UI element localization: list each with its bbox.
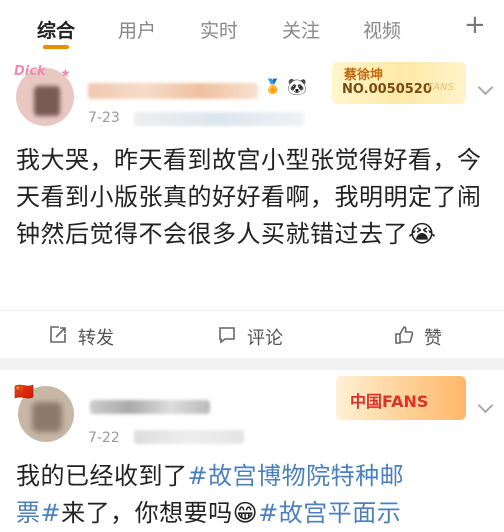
avatar-decoration-text: Dick: [14, 64, 46, 79]
tab-users[interactable]: 用户: [118, 16, 156, 43]
hashtag-link[interactable]: #故宫平面示: [258, 499, 401, 527]
post-card: Dick ★ 🏅 🐼 7-23 蔡徐坤 NO.0050520 FANS 我大哭，…: [0, 58, 504, 358]
username[interactable]: [90, 400, 210, 414]
active-tab-indicator: [43, 45, 69, 49]
medal-icon: 🏅: [264, 79, 282, 95]
chevron-down-icon[interactable]: [477, 397, 494, 414]
tab-video[interactable]: 视频: [363, 16, 401, 43]
fan-badge[interactable]: 中国FANS: [336, 376, 466, 420]
tab-following[interactable]: 关注: [282, 16, 320, 43]
star-icon: ★: [60, 66, 71, 80]
post-date: 7-22: [88, 430, 120, 446]
post-content: 我大哭，昨天看到故宫小型张觉得好看，今天看到小版张真的好好看啊，我明明定了闹钟然…: [16, 142, 490, 292]
post-date: 7-23: [88, 110, 120, 126]
repost-button[interactable]: 转发: [50, 324, 114, 350]
flag-icon: 🇨🇳: [14, 382, 34, 401]
tab-comprehensive[interactable]: 综合: [37, 16, 75, 43]
hashtag-link[interactable]: 票#: [16, 499, 61, 527]
crying-emoji: 😭: [408, 220, 437, 248]
action-bar: 转发 评论 赞: [0, 310, 504, 361]
thumbs-up-icon: [395, 326, 414, 344]
post-source: [134, 430, 244, 444]
separator: [0, 358, 504, 370]
badge-number: NO.0050520: [342, 82, 432, 97]
repost-icon: [50, 326, 66, 343]
comment-label: 评论: [247, 328, 283, 349]
post-text: 来了，你想要吗: [61, 499, 233, 527]
comment-button[interactable]: 评论: [219, 324, 283, 350]
badge-fans: FANS: [428, 82, 454, 93]
post-content: 我的已经收到了#故宫博物院特种邮 票#来了，你想要吗😁#故宫平面示: [16, 458, 490, 532]
grin-emoji: 😁: [232, 499, 259, 527]
panda-icon: 🐼: [287, 77, 307, 96]
username[interactable]: [88, 83, 258, 99]
post-text: 我的已经收到了: [16, 462, 188, 490]
search-tabs: 综合 用户 实时 关注 视频 +: [0, 0, 504, 58]
post-card: 🇨🇳 7-22 中国FANS 我的已经收到了#故宫博物院特种邮 票#来了，你想要…: [0, 370, 504, 528]
repost-label: 转发: [78, 328, 114, 349]
add-tab-button[interactable]: +: [464, 12, 486, 38]
badge-name: 蔡徐坤: [344, 68, 384, 83]
like-label: 赞: [424, 328, 442, 349]
badge-text: 中国FANS: [350, 392, 429, 411]
hashtag-link[interactable]: #故宫博物院特种邮: [188, 462, 405, 490]
post-source: [134, 112, 304, 126]
tab-realtime[interactable]: 实时: [200, 16, 238, 43]
like-button[interactable]: 赞: [395, 324, 442, 350]
comment-icon: [219, 327, 235, 344]
fan-badge[interactable]: 蔡徐坤 NO.0050520 FANS: [332, 62, 466, 104]
chevron-down-icon[interactable]: [477, 79, 494, 96]
